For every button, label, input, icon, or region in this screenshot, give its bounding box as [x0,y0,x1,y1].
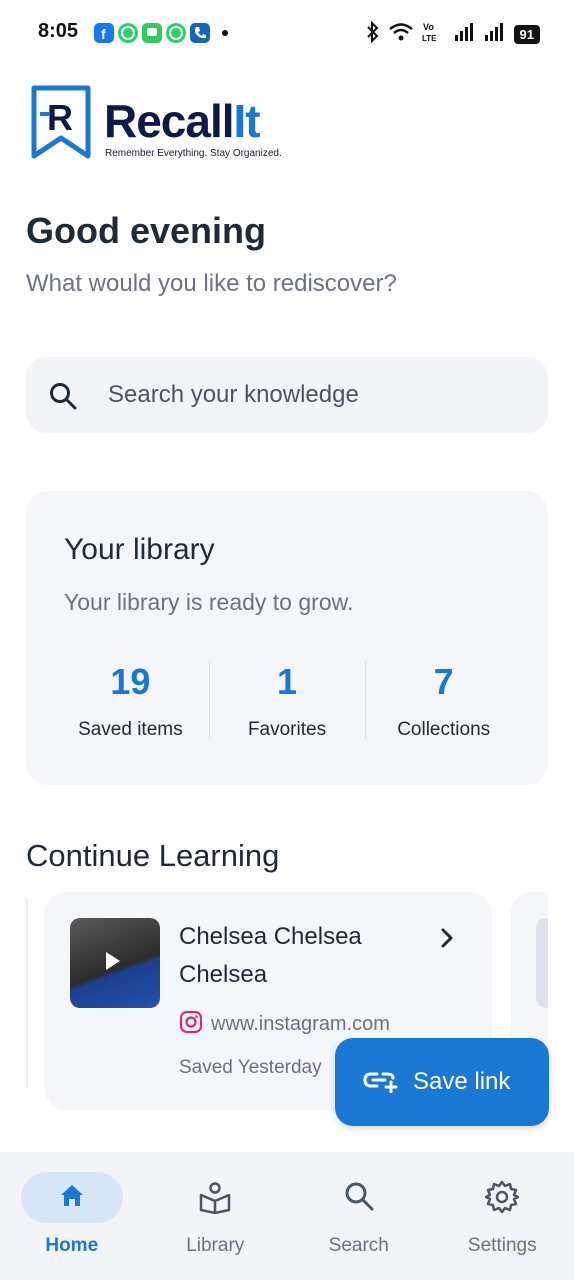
save-link-label: Save link [413,1068,511,1095]
learning-card-source: www.instagram.com [179,1010,390,1039]
nav-label-home: Home [45,1235,99,1256]
stat-label: Collections [397,719,491,740]
stat-saved-items[interactable]: 19 Saved items [52,659,209,741]
signal-icon [454,22,476,47]
library-stats: 19 Saved items 1 Favorites 7 Collections [52,659,522,741]
stat-value: 7 [433,661,454,702]
stat-favorites[interactable]: 1 Favorites [208,659,366,741]
source-url: www.instagram.com [211,1013,390,1035]
library-subtitle: Your library is ready to grow. [64,589,354,615]
status-indicators: Vo LTE 91 [366,20,540,48]
app-tagline: Remember Everything. Stay Organized. [105,148,282,159]
chevron-right-icon[interactable] [438,926,456,955]
search-icon [48,381,78,416]
continue-learning-title: Continue Learning [26,838,280,873]
stat-value: 1 [276,661,298,702]
battery-indicator: 91 [513,25,540,44]
messages-icon [142,23,162,43]
svg-text:R: R [47,97,73,138]
search-bar[interactable] [26,357,548,433]
nav-label-search: Search [328,1235,389,1256]
app-name-part2: It [233,95,261,147]
library-title: Your library [64,533,215,566]
bookmark-logo-icon: R [30,84,92,167]
facebook-icon: f [94,23,114,43]
volte-icon: Vo LTE [422,21,446,48]
nav-item-settings[interactable]: Settings [431,1152,574,1280]
library-icon [198,1180,232,1219]
saved-timestamp: Saved Yesterday [179,1057,322,1078]
wifi-icon [388,22,414,47]
nav-label-settings: Settings [467,1235,537,1256]
instagram-icon [179,1010,203,1039]
svg-text:Vo: Vo [423,22,434,32]
svg-text:LTE: LTE [422,34,437,43]
svg-text:f: f [101,26,106,42]
learning-card-title: Chelsea Chelsea Chelsea [179,923,362,988]
nav-label-library: Library [186,1235,245,1256]
stat-collections[interactable]: 7 Collections [365,659,522,741]
stat-label: Favorites [247,719,327,740]
app-name-part1: Recall [104,95,235,147]
phone-icon [190,23,210,43]
nav-item-library[interactable]: Library [144,1152,288,1280]
search-icon [343,1180,375,1217]
bottom-navigation: Home Library Search Settings [0,1152,574,1280]
search-input[interactable] [108,375,528,415]
add-link-icon [363,1067,399,1098]
library-card[interactable]: Your library Your library is ready to gr… [26,491,548,785]
status-bar: 8:05 f Vo LTE 91 [0,0,574,64]
play-icon [106,952,120,970]
more-notifications-dot [222,30,228,36]
app-name: RecallIt [104,94,261,148]
bluetooth-icon [366,20,380,48]
whatsapp-icon [118,23,138,43]
previous-card-edge [26,898,28,1088]
stat-label: Saved items [78,719,183,740]
signal-icon [484,22,506,47]
greeting-subtitle: What would you like to rediscover? [26,270,397,297]
next-card-thumbnail [536,918,548,1008]
video-thumbnail [70,918,160,1008]
gear-icon [485,1180,520,1219]
whatsapp-business-icon [166,23,186,43]
notification-icons: f [94,23,228,43]
nav-item-home[interactable]: Home [0,1152,144,1280]
greeting-title: Good evening [26,210,267,251]
stat-value: 19 [110,661,151,702]
home-icon [56,1180,88,1217]
status-time: 8:05 [38,20,79,42]
app-logo: R RecallIt Remember Everything. Stay Org… [30,84,282,167]
nav-item-search[interactable]: Search [287,1152,431,1280]
save-link-button[interactable]: Save link [335,1038,549,1126]
